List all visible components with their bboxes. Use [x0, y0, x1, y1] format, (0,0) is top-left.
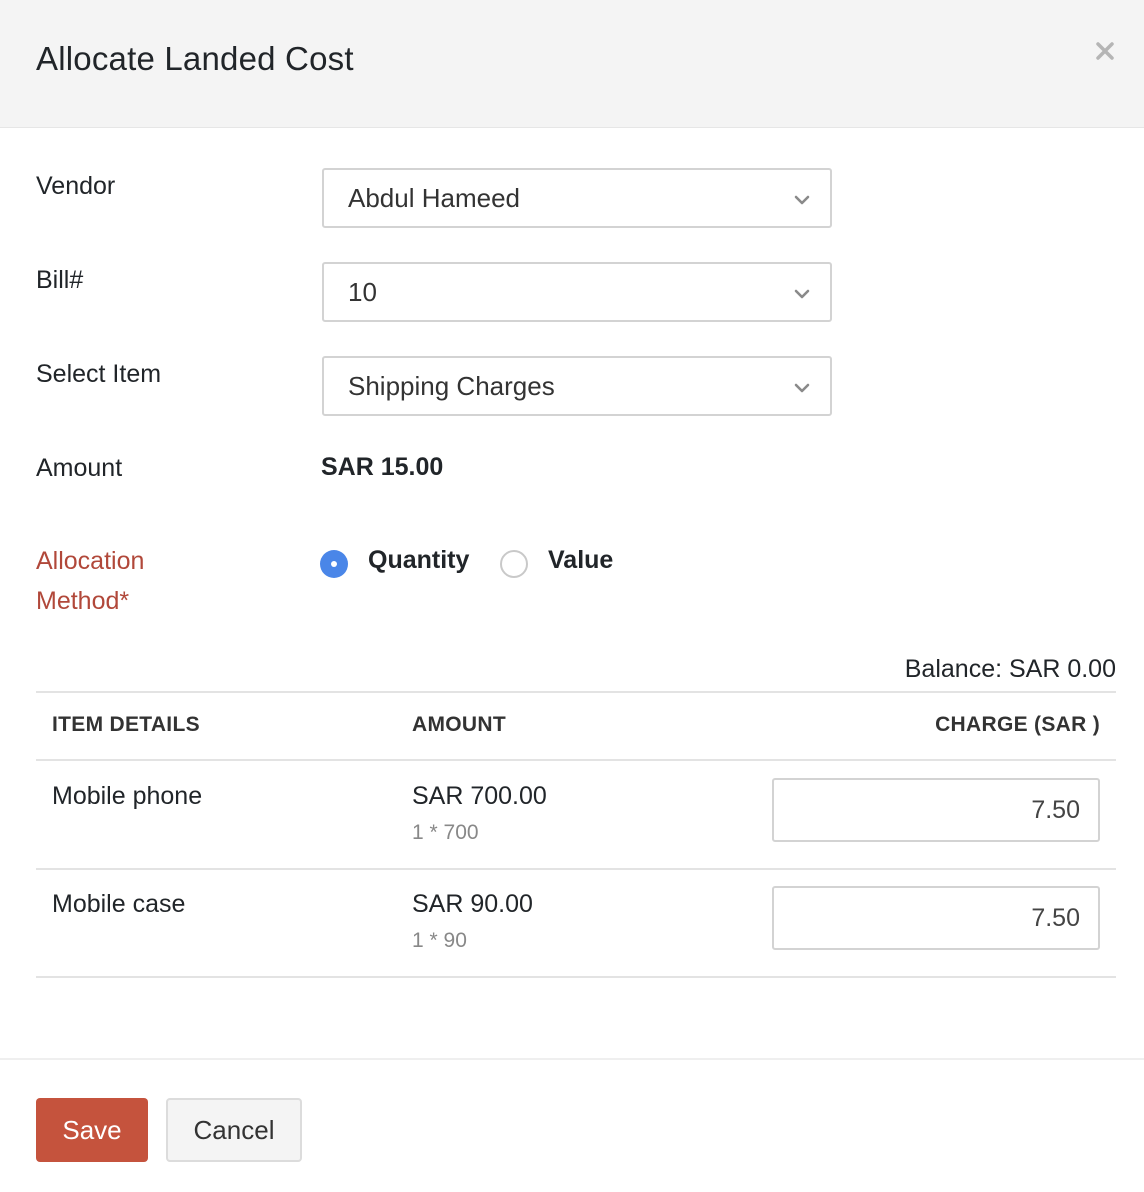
item-name: Mobile case [52, 890, 186, 918]
item-select-value: Shipping Charges [348, 371, 555, 401]
allocation-method-label: Allocation Method* [36, 541, 144, 621]
radio-quantity-label: Quantity [368, 546, 470, 574]
item-select[interactable]: Shipping Charges [322, 356, 832, 416]
amount-label: Amount [36, 454, 123, 482]
balance-text: Balance: SAR 0.00 [904, 655, 1116, 683]
table-divider [36, 868, 1116, 870]
cancel-button[interactable]: Cancel [166, 1098, 302, 1162]
close-icon [1092, 38, 1118, 64]
close-button[interactable] [1092, 38, 1118, 64]
save-button[interactable]: Save [36, 1098, 148, 1162]
table-divider [36, 759, 1116, 761]
table-divider [36, 691, 1116, 693]
chevron-down-icon [792, 378, 812, 398]
header-amount: AMOUNT [412, 713, 506, 736]
radio-value-label: Value [548, 546, 614, 574]
item-label: Select Item [36, 360, 162, 388]
item-calc: 1 * 700 [412, 821, 479, 844]
bill-select-value: 10 [348, 277, 377, 307]
header-charge: CHARGE (SAR ) [935, 713, 1100, 736]
allocation-method-label-line2: Method* [36, 587, 130, 615]
header-item-details: ITEM DETAILS [52, 713, 200, 736]
chevron-down-icon [792, 284, 812, 304]
table-divider [36, 976, 1116, 978]
modal-header: Allocate Landed Cost [0, 0, 1144, 128]
charge-input[interactable] [772, 886, 1100, 950]
radio-unchecked-icon [500, 550, 528, 578]
modal-title: Allocate Landed Cost [36, 40, 354, 77]
item-amount: SAR 700.00 [412, 782, 547, 810]
vendor-select[interactable]: Abdul Hameed [322, 168, 832, 228]
item-calc: 1 * 90 [412, 929, 467, 952]
bill-label: Bill# [36, 266, 84, 294]
allocation-method-label-line1: Allocation [36, 547, 145, 575]
charge-input[interactable] [772, 778, 1100, 842]
chevron-down-icon [792, 190, 812, 210]
vendor-label: Vendor [36, 172, 116, 200]
bill-select[interactable]: 10 [322, 262, 832, 322]
item-name: Mobile phone [52, 782, 203, 810]
radio-checked-icon [320, 550, 348, 578]
item-amount: SAR 90.00 [412, 890, 533, 918]
amount-value: SAR 15.00 [321, 453, 444, 481]
vendor-select-value: Abdul Hameed [348, 183, 520, 213]
footer-divider [0, 1058, 1144, 1060]
